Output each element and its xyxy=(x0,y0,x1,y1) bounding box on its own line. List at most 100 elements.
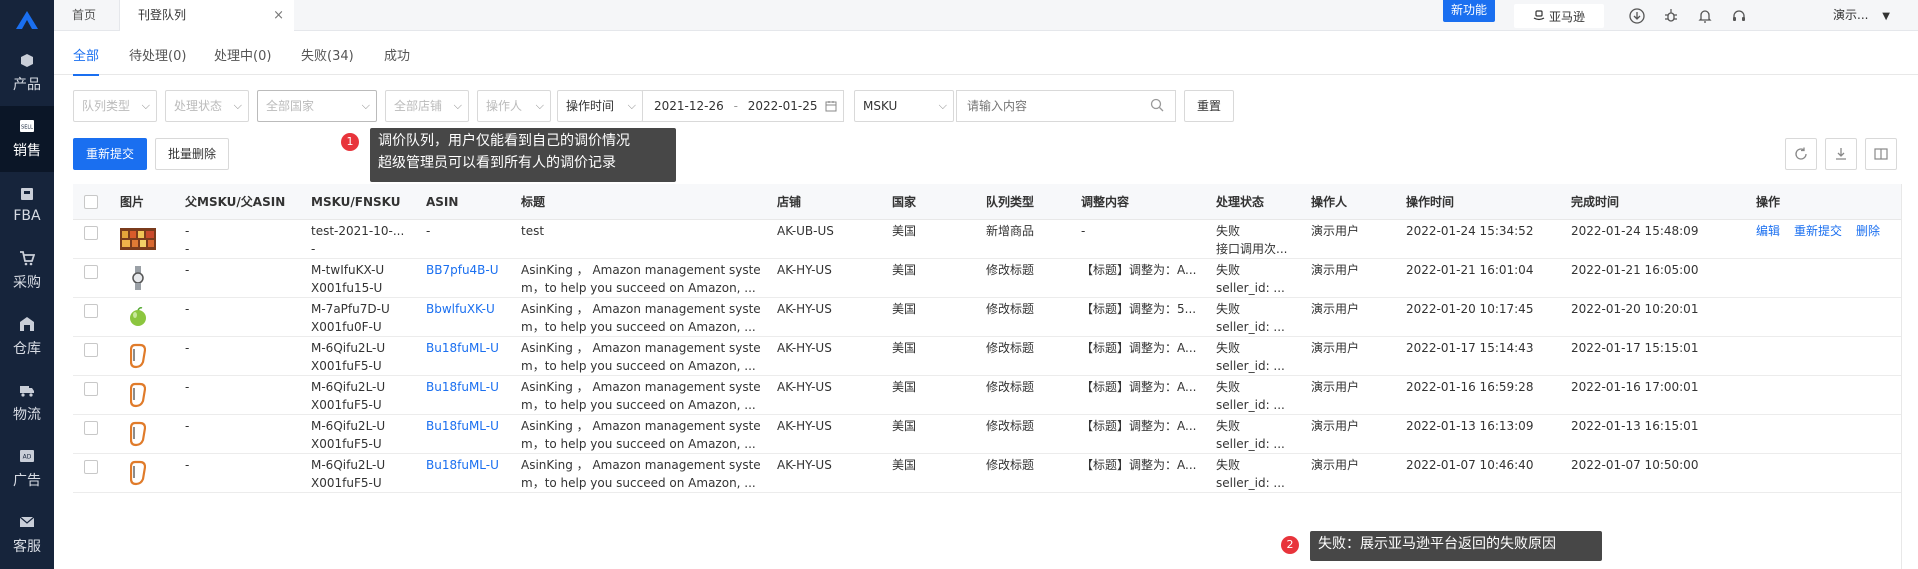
edit-link[interactable]: 编辑 xyxy=(1756,222,1780,240)
tab-home[interactable]: 首页 xyxy=(54,0,120,31)
bug-icon[interactable] xyxy=(1661,6,1681,26)
sidebar-item-fba[interactable]: FBA xyxy=(0,172,54,238)
columns-icon[interactable] xyxy=(1865,138,1897,170)
parent-msku-cell: - xyxy=(185,378,189,396)
row-checkbox[interactable] xyxy=(84,265,98,279)
close-icon[interactable]: × xyxy=(273,0,284,31)
adjust-content: 【标题】调整为：A... xyxy=(1081,458,1197,472)
asin-link[interactable]: BB7pfu4B-U xyxy=(426,261,499,279)
msku-cell: M-6Qifu2L-U X001fuF5-U xyxy=(311,378,421,414)
download-icon[interactable] xyxy=(1627,6,1647,26)
new-feature-badge[interactable]: 新功能 xyxy=(1443,0,1495,22)
tab-failed[interactable]: 失败(34) xyxy=(301,45,354,74)
status-text: 失败 xyxy=(1216,263,1241,277)
resubmit-link[interactable]: 重新提交 xyxy=(1794,222,1842,240)
bell-icon[interactable] xyxy=(1695,6,1715,26)
batch-delete-button[interactable]: 批量删除 xyxy=(155,138,229,170)
status-reason: seller_id: ... xyxy=(1216,281,1285,295)
user-menu[interactable]: 演示... ▼ xyxy=(1833,0,1890,31)
top-bar: 首页 刊登队列 × 新功能 亚马逊 演示... ▼ xyxy=(54,0,1918,31)
sidebar-item-ad[interactable]: AD 广告 xyxy=(0,436,54,502)
delete-link[interactable]: 删除 xyxy=(1856,222,1880,240)
sidebar-item-label: 产品 xyxy=(13,77,41,93)
title-line-1: AsinKing ， Amazon management syste xyxy=(521,380,761,394)
cart-icon xyxy=(19,250,35,272)
sidebar-item-mail[interactable]: 客服 xyxy=(0,502,54,568)
status-reason: seller_id: ... xyxy=(1216,359,1285,373)
th-actions: 操作 xyxy=(1756,195,1781,209)
queue-type-select[interactable]: 队列类型 ⌵ xyxy=(73,90,157,122)
asin-link[interactable]: BbwlfuXK-U xyxy=(426,300,495,318)
time-type-select[interactable]: 操作时间 ⌵ xyxy=(557,90,643,122)
country-select[interactable]: 全部国家 ⌵ xyxy=(257,90,377,122)
select-all-checkbox[interactable] xyxy=(84,195,98,209)
sidebar-item-warehouse[interactable]: 仓库 xyxy=(0,304,54,370)
sell-icon: SELL xyxy=(19,118,35,140)
ad-icon: AD xyxy=(19,448,35,470)
sidebar-item-sell[interactable]: SELL 销售 xyxy=(0,106,54,172)
search-icon[interactable] xyxy=(1150,98,1164,115)
marketplace-button[interactable]: 亚马逊 xyxy=(1514,4,1604,28)
row-checkbox[interactable] xyxy=(84,304,98,318)
status-text: 失败 xyxy=(1216,302,1241,316)
mail-icon xyxy=(19,514,35,536)
row-checkbox[interactable] xyxy=(84,382,98,396)
store: AK-HY-US xyxy=(777,380,832,394)
process-status-select[interactable]: 处理状态 ⌵ xyxy=(165,90,249,122)
country-placeholder: 全部国家 xyxy=(266,99,315,113)
title-line-2: m，to help you succeed on Amazon, ... xyxy=(521,320,756,334)
row-checkbox[interactable] xyxy=(84,460,98,474)
sidebar-item-box[interactable]: 产品 xyxy=(0,40,54,106)
date-range-picker[interactable]: 2021-12-26 - 2022-01-25 xyxy=(642,90,844,122)
status-text: 失败 xyxy=(1216,341,1241,355)
asin-link[interactable]: Bu18fuML-U xyxy=(426,378,499,396)
tab-processing[interactable]: 处理中(0) xyxy=(214,45,271,74)
parent-msku: - xyxy=(185,380,190,394)
row-checkbox[interactable] xyxy=(84,343,98,357)
th-store: 店铺 xyxy=(777,195,802,209)
done-time: 2022-01-17 15:15:01 xyxy=(1571,341,1699,355)
done-time: 2022-01-21 16:05:00 xyxy=(1571,263,1699,277)
tooltip-line-2: 超级管理员可以看到所有人的调价记录 xyxy=(378,155,616,171)
title-line-1: AsinKing ， Amazon management syste xyxy=(521,458,761,472)
tab-listing-queue[interactable]: 刊登队列 × xyxy=(120,0,294,31)
queue-type: 修改标题 xyxy=(986,380,1035,394)
msku-cell: M-6Qifu2L-U X001fuF5-U xyxy=(311,417,421,453)
product-thumbnail xyxy=(120,460,156,486)
title-line-2: m，to help you succeed on Amazon, ... xyxy=(521,359,756,373)
search-input[interactable] xyxy=(956,90,1176,122)
operator: 演示用户 xyxy=(1311,419,1360,433)
tooltip-badge-2: 2 xyxy=(1281,536,1299,554)
chevron-down-icon: ⌵ xyxy=(938,99,947,112)
asin-link[interactable]: Bu18fuML-U xyxy=(426,456,499,474)
reset-button[interactable]: 重置 xyxy=(1184,90,1234,122)
operator-select[interactable]: 操作人 ⌵ xyxy=(477,90,551,122)
title-line-1: test xyxy=(521,224,545,238)
row-checkbox[interactable] xyxy=(84,226,98,240)
op-time: 2022-01-20 10:17:45 xyxy=(1406,302,1534,316)
th-asin: ASIN xyxy=(426,195,459,209)
tab-success[interactable]: 成功 xyxy=(384,45,410,74)
warehouse-icon xyxy=(19,316,35,338)
refresh-icon[interactable] xyxy=(1785,138,1817,170)
msku: M-6Qifu2L-U xyxy=(311,458,386,472)
asin-link[interactable]: Bu18fuML-U xyxy=(426,417,499,435)
sidebar-item-cart[interactable]: 采购 xyxy=(0,238,54,304)
export-icon[interactable] xyxy=(1825,138,1857,170)
sidebar-item-truck[interactable]: 物流 xyxy=(0,370,54,436)
tab-all[interactable]: 全部 xyxy=(73,45,100,76)
app-logo[interactable] xyxy=(0,0,54,40)
th-image: 图片 xyxy=(120,195,145,209)
country: 美国 xyxy=(892,380,917,394)
search-field-select[interactable]: MSKU ⌵ xyxy=(854,90,954,122)
resubmit-button[interactable]: 重新提交 xyxy=(73,138,147,170)
headset-icon[interactable] xyxy=(1729,6,1749,26)
status-reason: seller_id: ... xyxy=(1216,398,1285,412)
asin-link[interactable]: Bu18fuML-U xyxy=(426,339,499,357)
row-checkbox[interactable] xyxy=(84,421,98,435)
chevron-down-icon: ⌵ xyxy=(453,99,462,112)
chevron-down-icon: ⌵ xyxy=(233,99,242,112)
tab-pending[interactable]: 待处理(0) xyxy=(129,45,186,74)
store-select[interactable]: 全部店铺 ⌵ xyxy=(385,90,469,122)
parent-msku: - xyxy=(185,302,190,316)
